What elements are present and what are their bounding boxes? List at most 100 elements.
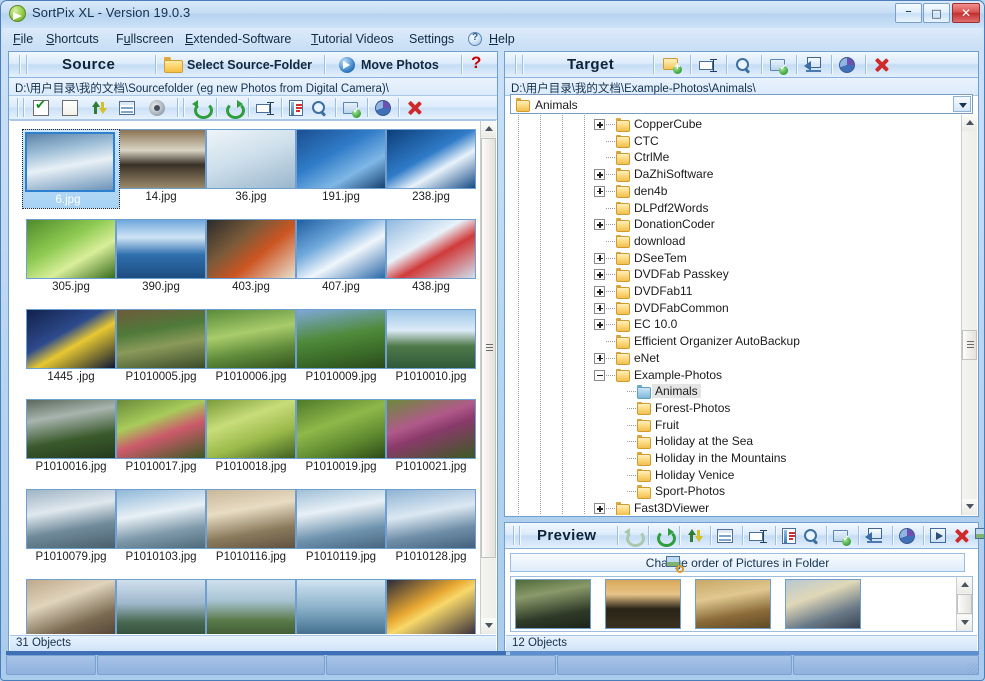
source-thumbnail[interactable]: 238.jpg — [386, 129, 476, 219]
tree-item[interactable]: Efficient Organizer AutoBackup — [506, 333, 977, 350]
tree-item[interactable]: den4b — [506, 183, 977, 200]
expand-icon[interactable] — [594, 503, 605, 515]
source-thumbnail[interactable]: P1010019.jpg — [296, 399, 386, 489]
move-into-icon[interactable] — [865, 528, 883, 543]
tree-item[interactable]: Sport-Photos — [506, 483, 977, 500]
slideshow-icon[interactable] — [930, 528, 946, 543]
source-thumbnail[interactable]: 1445 .jpg — [26, 309, 116, 399]
undo-icon[interactable] — [192, 100, 213, 119]
deselect-all-icon[interactable] — [62, 100, 78, 116]
tree-item[interactable]: Fast3DViewer — [506, 500, 977, 515]
select-source-folder-button[interactable]: Select Source-Folder — [187, 56, 312, 74]
source-thumbnail[interactable]: 6.jpg — [22, 129, 120, 209]
menu-item-shortcuts[interactable]: Shortcuts — [43, 31, 102, 47]
source-thumbnail[interactable]: P1010006.jpg — [206, 309, 296, 399]
move-into-icon[interactable] — [804, 57, 822, 72]
rename-icon[interactable] — [699, 58, 717, 72]
expand-icon[interactable] — [594, 252, 605, 264]
source-scroll-thumb[interactable] — [481, 138, 496, 558]
expand-icon[interactable] — [594, 319, 605, 331]
expand-icon[interactable] — [594, 302, 605, 314]
tree-item[interactable]: eNet — [506, 350, 977, 367]
source-thumbnail[interactable]: P1010005.jpg — [116, 309, 206, 399]
tree-item[interactable]: DLPdf2Words — [506, 200, 977, 217]
help-question-icon[interactable] — [468, 32, 482, 46]
target-folder-combobox[interactable]: Animals — [510, 94, 973, 114]
tree-item[interactable]: EC 10.0 — [506, 316, 977, 333]
folder-check-icon[interactable] — [833, 529, 851, 546]
folder-check-icon[interactable] — [770, 58, 788, 75]
statistics-icon[interactable] — [839, 57, 855, 73]
rename-icon[interactable] — [749, 529, 767, 543]
preview-thumbnail[interactable] — [605, 579, 681, 629]
tree-item[interactable]: Forest-Photos — [506, 400, 977, 417]
delete-icon[interactable] — [406, 100, 422, 116]
undo-icon[interactable] — [624, 528, 645, 547]
source-thumbnail[interactable]: P1010079.jpg — [26, 489, 116, 579]
sort-order-icon[interactable] — [91, 100, 108, 116]
tree-item[interactable]: download — [506, 233, 977, 250]
preview-scroll-thumb[interactable] — [957, 594, 972, 614]
source-vertical-scrollbar[interactable] — [480, 121, 496, 634]
source-thumbnail-grid[interactable]: P1010128.jpg P1010119.jpg P1010116.jpg P101… — [10, 120, 496, 634]
details-view-icon[interactable] — [717, 529, 733, 543]
menu-item-file[interactable]: File — [10, 31, 36, 47]
menu-item-fullscreen[interactable]: Fullscreen — [113, 31, 177, 47]
exif-info-icon[interactable] — [289, 100, 303, 116]
source-thumbnail[interactable]: 407.jpg — [296, 219, 386, 309]
move-photos-button[interactable]: Move Photos — [361, 56, 439, 74]
expand-icon[interactable] — [594, 352, 605, 364]
source-thumbnail[interactable]: P1010128.jpg — [386, 489, 476, 579]
delete-icon[interactable] — [873, 57, 889, 73]
source-thumbnail[interactable]: 191.jpg — [296, 129, 386, 219]
source-help-button[interactable]: ? — [471, 54, 481, 72]
preview-vertical-scrollbar[interactable] — [956, 577, 972, 631]
redo-icon[interactable] — [656, 528, 676, 547]
source-thumbnail[interactable]: P1010116.jpg — [206, 489, 296, 579]
tree-item[interactable]: DVDFab Passkey — [506, 266, 977, 283]
collapse-icon[interactable] — [594, 369, 605, 381]
tree-item[interactable]: Holiday in the Mountains — [506, 450, 977, 467]
expand-icon[interactable] — [594, 185, 605, 197]
statistics-icon[interactable] — [375, 100, 391, 116]
source-thumbnail[interactable]: 438.jpg — [386, 219, 476, 309]
details-view-icon[interactable] — [119, 101, 135, 115]
delete-icon[interactable] — [953, 528, 969, 544]
source-thumbnail[interactable]: 305.jpg — [26, 219, 116, 309]
source-thumbnail[interactable]: 36.jpg — [206, 129, 296, 219]
tree-item[interactable]: Holiday at the Sea — [506, 433, 977, 450]
sort-order-icon[interactable] — [687, 528, 704, 544]
minimize-button[interactable]: – — [895, 3, 922, 23]
folder-check-icon[interactable] — [343, 101, 361, 118]
expand-icon[interactable] — [594, 169, 605, 181]
source-thumbnail[interactable]: P1010017.jpg — [116, 399, 206, 489]
statistics-icon[interactable] — [899, 528, 915, 544]
source-thumbnail[interactable] — [386, 579, 476, 634]
search-icon[interactable] — [803, 528, 819, 544]
tree-item[interactable]: DaZhiSoftware — [506, 166, 977, 183]
target-folder-tree[interactable]: CopperCube CTC CtrlMe DaZhiSoftware den4b DLP… — [506, 115, 977, 515]
source-thumbnail[interactable] — [296, 579, 386, 634]
new-folder-icon[interactable] — [663, 57, 682, 74]
reorder-icon[interactable] — [975, 528, 984, 543]
expand-icon[interactable] — [594, 219, 605, 231]
tree-item[interactable]: DonationCoder — [506, 216, 977, 233]
expand-icon[interactable] — [594, 269, 605, 281]
preview-thumbnail-strip[interactable] — [510, 576, 973, 632]
source-thumbnail[interactable] — [116, 579, 206, 634]
close-button[interactable]: ✕ — [952, 3, 980, 23]
source-thumbnail[interactable] — [206, 579, 296, 634]
preview-thumbnail[interactable] — [785, 579, 861, 629]
tree-item[interactable]: DSeeTem — [506, 250, 977, 267]
preview-thumbnail[interactable] — [695, 579, 771, 629]
source-thumbnail[interactable]: P1010103.jpg — [116, 489, 206, 579]
source-thumbnail[interactable]: 390.jpg — [116, 219, 206, 309]
redo-icon[interactable] — [225, 100, 245, 119]
tree-item[interactable]: DVDFabCommon — [506, 300, 977, 317]
chevron-down-icon[interactable] — [953, 96, 971, 112]
source-thumbnail[interactable]: P1010018.jpg — [206, 399, 296, 489]
source-thumbnail[interactable]: P1010009.jpg — [296, 309, 386, 399]
rename-icon[interactable] — [256, 101, 274, 115]
menu-item-tutorial-videos[interactable]: Tutorial Videos — [308, 31, 397, 47]
tree-item[interactable]: Fruit — [506, 417, 977, 434]
